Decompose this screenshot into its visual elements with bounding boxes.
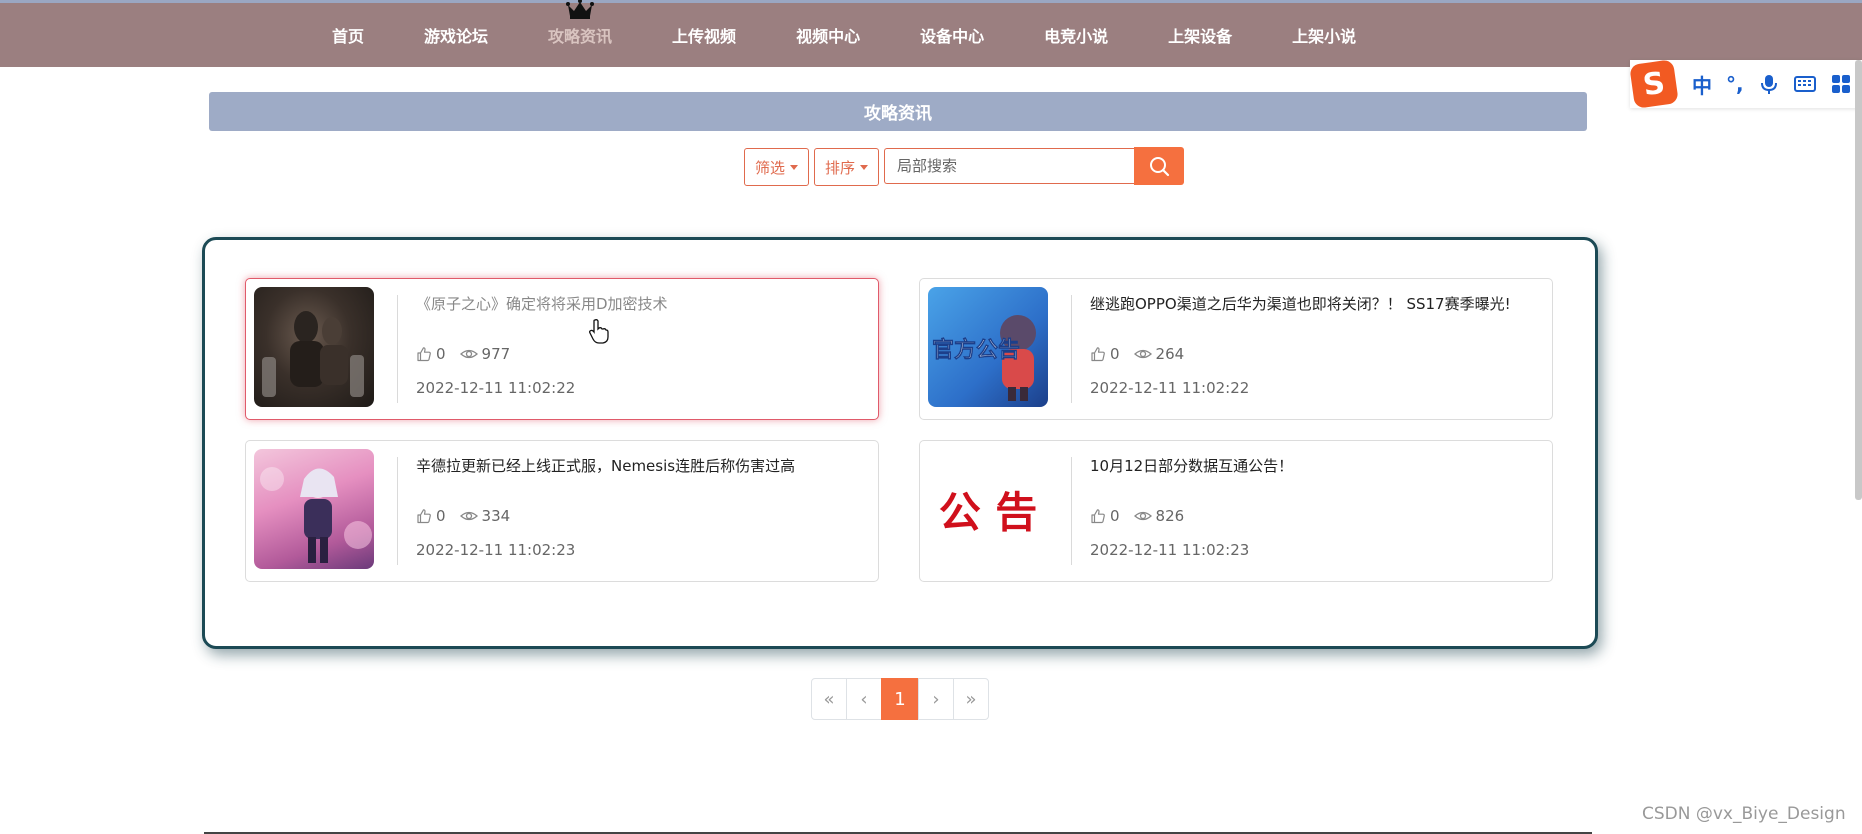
eye-icon xyxy=(1133,511,1152,521)
nav-item-forum[interactable]: 游戏论坛 xyxy=(424,23,488,47)
article-card[interactable]: 官方公告 继逃跑OPPO渠道之后华为渠道也即将关闭？！ SS17赛季曝光! 0 … xyxy=(919,278,1553,420)
nav-item-esports-novel[interactable]: 电竞小说 xyxy=(1044,23,1108,47)
article-title[interactable]: 继逃跑OPPO渠道之后华为渠道也即将关闭？！ SS17赛季曝光! xyxy=(1090,293,1540,314)
article-card[interactable]: 《原子之心》确定将将采用D加密技术 0 977 2022-12-11 11:02… xyxy=(245,278,879,420)
nav-item-label: 攻略资讯 xyxy=(548,27,613,46)
like-stat[interactable]: 0 xyxy=(416,507,446,525)
view-stat: 334 xyxy=(459,507,511,525)
view-count: 826 xyxy=(1155,507,1185,525)
nav-item-video-center[interactable]: 视频中心 xyxy=(796,23,860,47)
nav-item-home[interactable]: 首页 xyxy=(332,23,364,47)
article-card[interactable]: 公 告 10月12日部分数据互通公告！ 0 826 2022-12-11 11:… xyxy=(919,440,1553,582)
page-prev-button[interactable]: ‹ xyxy=(846,678,882,720)
nav-item-list-device[interactable]: 上架设备 xyxy=(1168,23,1232,47)
like-stat[interactable]: 0 xyxy=(416,345,446,363)
like-count: 0 xyxy=(1110,507,1120,525)
article-thumbnail: 官方公告 xyxy=(928,287,1048,407)
microphone-icon[interactable] xyxy=(1758,73,1780,95)
watermark: CSDN @vx_Biye_Design xyxy=(1642,804,1846,824)
card-divider xyxy=(1071,457,1072,565)
thumbs-up-icon xyxy=(1091,509,1105,524)
article-thumbnail xyxy=(254,287,374,407)
nav-item-list-novel[interactable]: 上架小说 xyxy=(1292,23,1356,47)
article-stats: 0 334 xyxy=(416,507,524,525)
article-date: 2022-12-11 11:02:23 xyxy=(1090,541,1250,559)
page-number-current[interactable]: 1 xyxy=(881,678,919,720)
article-title[interactable]: 10月12日部分数据互通公告！ xyxy=(1090,455,1540,476)
search-icon xyxy=(1150,157,1170,177)
article-date: 2022-12-11 11:02:22 xyxy=(416,379,576,397)
caret-down-icon xyxy=(790,164,799,170)
card-divider xyxy=(397,457,398,565)
filter-dropdown-button[interactable]: 筛选 xyxy=(744,148,810,186)
page-first-button[interactable]: « xyxy=(811,678,847,720)
page-last-button[interactable]: » xyxy=(953,678,989,720)
article-thumbnail: 公 告 xyxy=(928,449,1048,569)
view-count: 264 xyxy=(1155,345,1185,363)
view-stat: 826 xyxy=(1133,507,1185,525)
article-stats: 0 977 xyxy=(416,345,524,363)
hand-cursor-icon xyxy=(589,319,609,344)
ime-logo[interactable]: S xyxy=(1629,59,1679,109)
thumbs-up-icon xyxy=(1091,347,1105,362)
view-count: 977 xyxy=(481,345,511,363)
eye-icon xyxy=(459,349,478,359)
article-thumbnail xyxy=(254,449,374,569)
thumbnail-art: 官方公告 xyxy=(932,315,1036,401)
crown-icon xyxy=(566,0,595,19)
article-title[interactable]: 《原子之心》确定将将采用D加密技术 xyxy=(416,293,866,314)
thumbnail-art xyxy=(262,311,364,397)
page-scrollbar[interactable] xyxy=(1855,60,1862,500)
view-count: 334 xyxy=(481,507,511,525)
nav-menu: 首页 游戏论坛 攻略资讯 上传视频 视频中心 设备中心 电竞小说 上架设备 上架… xyxy=(332,0,1416,67)
sort-dropdown-button[interactable]: 排序 xyxy=(814,148,880,186)
page-next-button[interactable]: › xyxy=(918,678,954,720)
article-card[interactable]: 辛德拉更新已经上线正式服，Nemesis连胜后称伤害过高 0 334 2022-… xyxy=(245,440,879,582)
card-divider xyxy=(397,295,398,403)
thumbs-up-icon xyxy=(417,347,431,362)
search-input[interactable] xyxy=(884,148,1135,184)
filter-toolbar: 筛选 排序 xyxy=(744,147,1185,186)
ime-mode-toggle[interactable]: 中 xyxy=(1692,70,1712,99)
nav-item-guides[interactable]: 攻略资讯 xyxy=(548,0,613,47)
thumbs-up-icon xyxy=(417,509,431,524)
nav-item-device-center[interactable]: 设备中心 xyxy=(920,23,984,47)
thumbnail-art: 公 告 xyxy=(939,488,1038,537)
pagination: « ‹ 1 › » xyxy=(811,678,989,720)
grid-icon[interactable] xyxy=(1830,73,1852,95)
articles-panel: 《原子之心》确定将将采用D加密技术 0 977 2022-12-11 11:02… xyxy=(202,237,1598,649)
thumbnail-art xyxy=(260,467,372,563)
article-stats: 0 264 xyxy=(1090,345,1198,363)
filter-label: 筛选 xyxy=(755,158,786,177)
thumbnail-caption: 公 告 xyxy=(939,488,1038,537)
top-navbar: 首页 游戏论坛 攻略资讯 上传视频 视频中心 设备中心 电竞小说 上架设备 上架… xyxy=(0,0,1862,67)
like-count: 0 xyxy=(436,345,446,363)
keyboard-icon[interactable] xyxy=(1793,73,1816,95)
thumbnail-caption: 官方公告 xyxy=(932,337,1020,363)
like-stat[interactable]: 0 xyxy=(1090,507,1120,525)
eye-icon xyxy=(1133,349,1152,359)
search-button[interactable] xyxy=(1134,147,1185,185)
ime-toolbar: S 中 °, xyxy=(1629,59,1862,109)
card-divider xyxy=(1071,295,1072,403)
page-title: 攻略资讯 xyxy=(209,92,1587,131)
like-count: 0 xyxy=(436,507,446,525)
eye-icon xyxy=(459,511,478,521)
article-title[interactable]: 辛德拉更新已经上线正式服，Nemesis连胜后称伤害过高 xyxy=(416,455,866,476)
article-stats: 0 826 xyxy=(1090,507,1198,525)
caret-down-icon xyxy=(860,164,869,170)
article-date: 2022-12-11 11:02:22 xyxy=(1090,379,1250,397)
sort-label: 排序 xyxy=(825,158,856,177)
view-stat: 264 xyxy=(1133,345,1185,363)
article-date: 2022-12-11 11:02:23 xyxy=(416,541,576,559)
like-count: 0 xyxy=(1110,345,1120,363)
ime-punctuation-toggle[interactable]: °, xyxy=(1726,72,1744,96)
nav-item-upload-video[interactable]: 上传视频 xyxy=(672,23,736,47)
view-stat: 977 xyxy=(459,345,511,363)
like-stat[interactable]: 0 xyxy=(1090,345,1120,363)
